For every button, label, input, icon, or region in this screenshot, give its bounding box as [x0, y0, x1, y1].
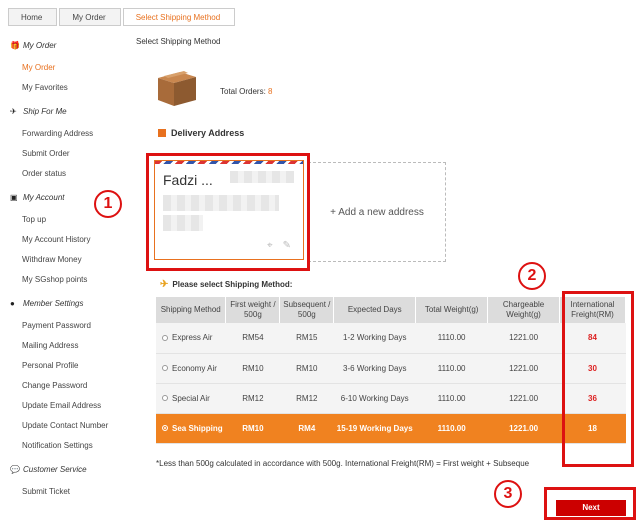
col-expected-days: Expected Days	[333, 297, 417, 323]
sidebar-section-customer-service: 💬 Customer Service	[10, 464, 87, 474]
sidebar-item-withdraw-money[interactable]: Withdraw Money	[22, 250, 132, 270]
cell-total: 1110.00	[415, 323, 488, 354]
sidebar-item-my-order[interactable]: My Order	[22, 58, 132, 78]
shipping-row-sea-shipping[interactable]: Sea Shipping RM10 RM4 15-19 Working Days…	[156, 413, 626, 444]
cell-days: 3-6 Working Days	[333, 353, 416, 384]
col-total-weight: Total Weight(g)	[415, 297, 489, 323]
sidebar-item-submit-order[interactable]: Submit Order	[22, 144, 132, 164]
radio-express-air[interactable]	[162, 335, 168, 342]
method-name: Express Air	[172, 333, 213, 343]
method-name: Economy Air	[172, 363, 217, 373]
cell-subsequent: RM4	[279, 413, 334, 444]
plane-icon: ✈	[10, 106, 17, 116]
sidebar: 🎁 My Order My Order My Favorites ✈ Ship Fo…	[0, 38, 132, 502]
user-icon: ●	[10, 298, 15, 308]
sidebar-section-member-settings: ● Member Settings	[10, 298, 84, 308]
sidebar-item-submit-ticket[interactable]: Submit Ticket	[22, 482, 132, 502]
home-icon	[158, 129, 166, 137]
gift-icon: 🎁	[10, 40, 20, 50]
sidebar-item-notification-settings[interactable]: Notification Settings	[22, 436, 132, 456]
main-content: Select Shipping Method Total Orders: 8 D…	[94, 0, 640, 520]
cell-first: RM54	[225, 323, 280, 354]
sidebar-section-my-order: 🎁 My Order	[10, 40, 57, 50]
total-orders-count: 8	[268, 87, 273, 96]
cell-first: RM12	[225, 383, 280, 414]
id-card-icon: ▣	[10, 192, 18, 202]
annotation-number-2: 2	[518, 262, 546, 290]
cell-days: 1-2 Working Days	[333, 323, 416, 354]
cell-subsequent: RM15	[279, 323, 334, 354]
cell-total: 1110.00	[415, 353, 488, 384]
annotation-number-1: 1	[94, 190, 122, 218]
col-shipping-method: Shipping Method	[156, 297, 227, 323]
sidebar-item-update-contact[interactable]: Update Contact Number	[22, 416, 132, 436]
col-chargeable-weight: Chargeable Weight(g)	[487, 297, 561, 323]
sidebar-item-sgshop-points[interactable]: My SGshop points	[22, 270, 132, 290]
col-first-weight: First weight / 500g	[225, 297, 281, 323]
cell-total: 1110.00	[415, 413, 488, 444]
total-orders: Total Orders: 8	[220, 87, 273, 96]
cell-days: 15-19 Working Days	[333, 413, 416, 444]
radio-sea-shipping[interactable]	[162, 425, 168, 432]
cell-chargeable: 1221.00	[487, 323, 560, 354]
next-button[interactable]: Next	[556, 500, 626, 516]
cell-chargeable: 1221.00	[487, 413, 560, 444]
package-icon	[158, 71, 196, 106]
delivery-address-heading: Delivery Address	[158, 128, 244, 138]
breadcrumb-home[interactable]: Home	[8, 8, 58, 26]
cell-first: RM10	[225, 413, 280, 444]
sidebar-item-order-status[interactable]: Order status	[22, 164, 132, 184]
annotation-number-3: 3	[494, 480, 522, 508]
sidebar-item-payment-password[interactable]: Payment Password	[22, 316, 132, 336]
sidebar-item-change-password[interactable]: Change Password	[22, 376, 132, 396]
cell-chargeable: 1221.00	[487, 383, 560, 414]
plane-icon: ✈	[160, 279, 169, 290]
shipping-table: Shipping Method First weight / 500g Subs…	[156, 297, 626, 444]
cell-subsequent: RM10	[279, 353, 334, 384]
col-subsequent: Subsequent / 500g	[279, 297, 335, 323]
method-name: Sea Shipping	[172, 423, 223, 433]
cell-total: 1110.00	[415, 383, 488, 414]
radio-economy-air[interactable]	[162, 365, 168, 372]
chat-icon: 💬	[10, 464, 20, 474]
sidebar-section-ship-for-me: ✈ Ship For Me	[10, 106, 67, 116]
add-address-button[interactable]: + Add a new address	[308, 162, 446, 262]
cell-subsequent: RM12	[279, 383, 334, 414]
sidebar-item-update-email[interactable]: Update Email Address	[22, 396, 132, 416]
sidebar-item-mailing-address[interactable]: Mailing Address	[22, 336, 132, 356]
sidebar-item-my-favorites[interactable]: My Favorites	[22, 78, 132, 98]
freight-footnote: *Less than 500g calculated in accordance…	[156, 459, 530, 468]
cell-days: 6-10 Working Days	[333, 383, 416, 414]
sidebar-item-forwarding-address[interactable]: Forwarding Address	[22, 124, 132, 144]
page-title: Select Shipping Method	[136, 37, 221, 46]
shipping-row-special-air[interactable]: Special Air RM12 RM12 6-10 Working Days …	[156, 383, 626, 414]
radio-special-air[interactable]	[162, 395, 168, 402]
method-name: Special Air	[172, 393, 210, 403]
annotation-box-1	[146, 153, 310, 271]
sidebar-item-account-history[interactable]: My Account History	[22, 230, 132, 250]
annotation-box-2	[562, 291, 634, 467]
shipping-row-economy-air[interactable]: Economy Air RM10 RM10 3-6 Working Days 1…	[156, 353, 626, 384]
cell-first: RM10	[225, 353, 280, 384]
breadcrumb-my-order[interactable]: My Order	[59, 8, 121, 26]
shipping-row-express-air[interactable]: Express Air RM54 RM15 1-2 Working Days 1…	[156, 323, 626, 354]
sidebar-item-personal-profile[interactable]: Personal Profile	[22, 356, 132, 376]
cell-chargeable: 1221.00	[487, 353, 560, 384]
shipping-method-label: ✈ Please select Shipping Method:	[160, 279, 293, 290]
